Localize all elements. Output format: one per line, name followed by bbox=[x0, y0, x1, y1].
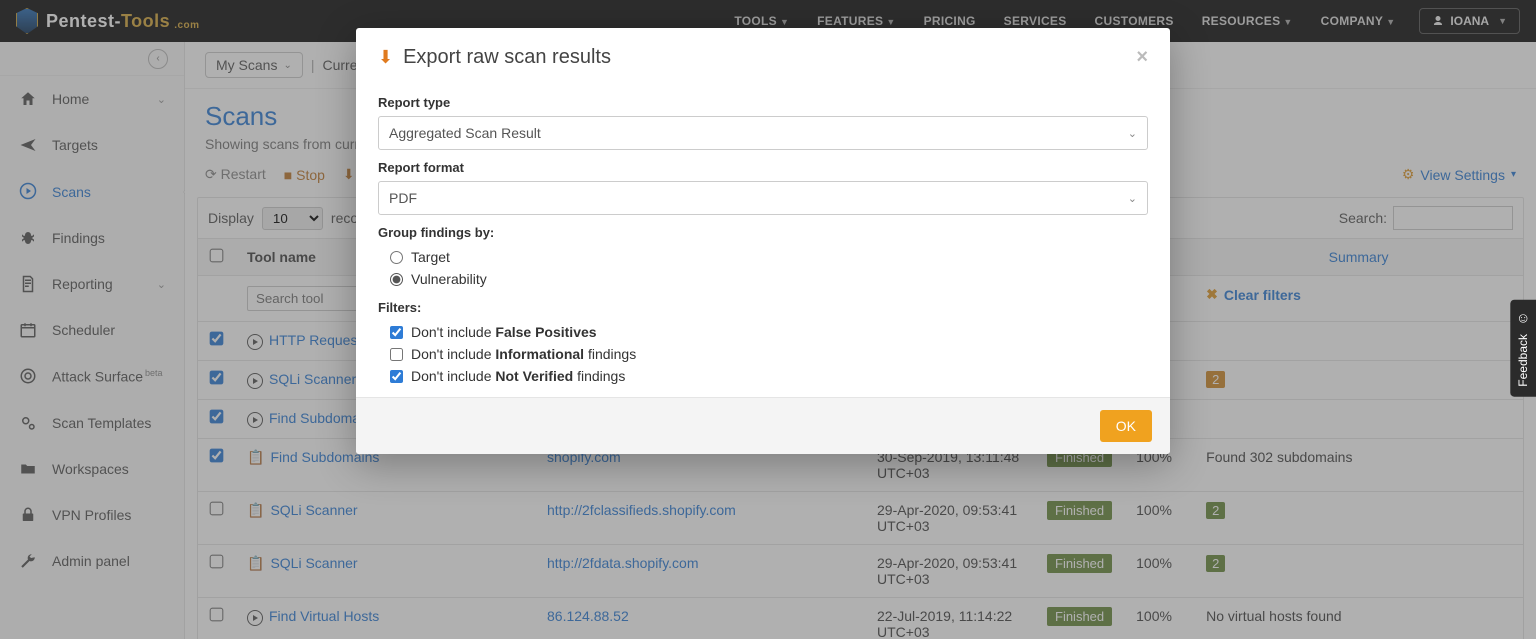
radio-label: Vulnerability bbox=[411, 271, 487, 287]
radio-label: Target bbox=[411, 249, 450, 265]
filter-not-verified-checkbox[interactable]: Don't include Not Verified findings bbox=[390, 365, 1148, 387]
smile-icon: ☺ bbox=[1516, 310, 1530, 326]
modal-footer: OK bbox=[356, 397, 1170, 454]
checkbox-label: Don't include False Positives bbox=[411, 324, 597, 340]
modal-body: Report type Aggregated Scan Result ⌄ Rep… bbox=[356, 81, 1170, 397]
checkbox-label: Don't include Informational findings bbox=[411, 346, 636, 362]
group-by-target-radio[interactable]: Target bbox=[390, 246, 1148, 268]
filter-false-positives-checkbox[interactable]: Don't include False Positives bbox=[390, 321, 1148, 343]
chevron-down-icon: ⌄ bbox=[1128, 192, 1137, 205]
report-type-label: Report type bbox=[378, 95, 1148, 110]
modal-close-button[interactable]: × bbox=[1136, 46, 1148, 69]
report-format-label: Report format bbox=[378, 160, 1148, 175]
filter-informational-checkbox[interactable]: Don't include Informational findings bbox=[390, 343, 1148, 365]
chevron-down-icon: ⌄ bbox=[1128, 127, 1137, 140]
modal-title: ⬇ Export raw scan results bbox=[378, 46, 611, 69]
report-type-value: Aggregated Scan Result bbox=[389, 125, 541, 141]
modal-header: ⬇ Export raw scan results × bbox=[356, 28, 1170, 81]
filters-label: Filters: bbox=[378, 300, 1148, 315]
export-modal: ⬇ Export raw scan results × Report type … bbox=[356, 28, 1170, 454]
report-format-value: PDF bbox=[389, 190, 417, 206]
group-by-label: Group findings by: bbox=[378, 225, 1148, 240]
feedback-label: Feedback bbox=[1516, 334, 1530, 387]
report-format-select[interactable]: PDF ⌄ bbox=[378, 181, 1148, 215]
ok-button[interactable]: OK bbox=[1100, 410, 1152, 442]
feedback-tab[interactable]: Feedback ☺ bbox=[1510, 300, 1536, 397]
download-icon: ⬇ bbox=[378, 47, 393, 68]
report-type-select[interactable]: Aggregated Scan Result ⌄ bbox=[378, 116, 1148, 150]
checkbox-label: Don't include Not Verified findings bbox=[411, 368, 625, 384]
group-by-vulnerability-radio[interactable]: Vulnerability bbox=[390, 268, 1148, 290]
